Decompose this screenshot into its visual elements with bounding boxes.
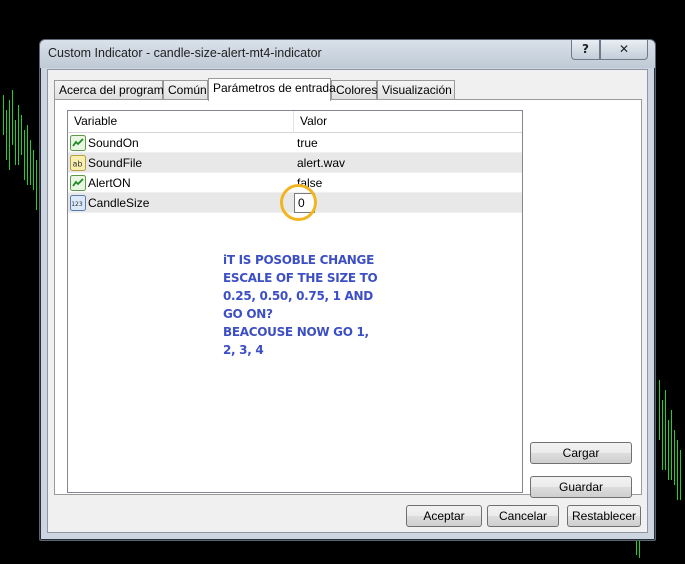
svg-text:ab: ab [73,160,83,169]
variable-name: SoundFile [88,156,143,170]
window-title: Custom Indicator - candle-size-alert-mt4… [48,46,322,60]
tab-colors[interactable]: Colores [331,80,377,100]
table-row[interactable]: SoundOn true [68,133,522,153]
string-icon: ab [70,155,86,171]
help-button[interactable]: ? [571,40,600,60]
parameters-grid: Variable Valor SoundOn true ab SoundFile… [67,110,523,493]
svg-text:123: 123 [71,201,83,208]
value-cell[interactable]: true [294,133,522,153]
value-cell[interactable]: alert.wav [294,153,522,173]
close-button[interactable]: ✕ [600,40,648,60]
bool-icon [70,135,86,151]
highlight-circle [280,184,317,221]
value-cell[interactable]: false [294,173,522,193]
cancel-button[interactable]: Cancelar [487,505,559,527]
tab-common[interactable]: Común [163,80,208,100]
title-bar[interactable]: Custom Indicator - candle-size-alert-mt4… [40,40,655,68]
table-row[interactable]: 123 CandleSize 0 [68,184,522,221]
custom-indicator-dialog: Custom Indicator - candle-size-alert-mt4… [39,39,656,541]
column-header-value[interactable]: Valor [294,111,522,133]
annotation-text: iT IS POSOBLE CHANGE ESCALE OF THE SIZE … [223,251,393,359]
input-parameters-panel: Variable Valor SoundOn true ab SoundFile… [54,99,642,495]
grid-header: Variable Valor [68,111,522,133]
variable-cell: SoundOn [68,133,294,153]
accept-button[interactable]: Aceptar [406,505,482,527]
column-header-variable[interactable]: Variable [68,111,294,133]
variable-name: AlertON [88,176,131,190]
load-button[interactable]: Cargar [530,442,632,464]
variable-cell: ab SoundFile [68,153,294,173]
dialog-body: Acerca del programa Común Parámetros de … [47,69,648,533]
annotation-line: 2, 3, 4 [223,343,264,357]
tab-visualization[interactable]: Visualización [377,80,455,100]
variable-name: SoundOn [88,136,139,150]
annotation-line: GO ON? [223,307,273,321]
variable-cell: 123 CandleSize [68,193,294,213]
annotation-line: BEACOUSE NOW GO 1, [223,325,369,339]
annotation-line: iT IS POSOBLE CHANGE [223,253,374,267]
save-button[interactable]: Guardar [530,476,632,498]
annotation-line: ESCALE OF THE SIZE TO [223,271,378,285]
variable-cell: AlertON [68,173,294,193]
number-icon: 123 [70,195,86,211]
annotation-line: 0.25, 0.50, 0.75, 1 AND [223,289,373,303]
variable-name: CandleSize [88,196,150,210]
bool-icon [70,175,86,191]
table-row[interactable]: ab SoundFile alert.wav [68,153,522,173]
tab-about[interactable]: Acerca del programa [54,80,170,100]
tab-input-parameters[interactable]: Parámetros de entrada [208,78,336,101]
reset-button[interactable]: Restablecer [567,505,641,527]
